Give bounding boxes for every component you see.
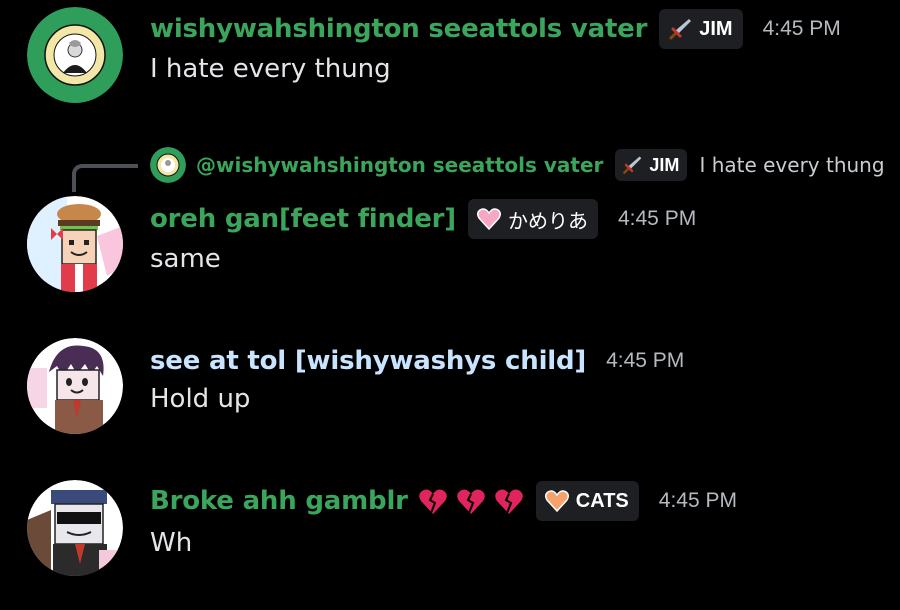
timestamp[interactable]: 4:45 PM	[618, 207, 696, 231]
message-text: Wh	[150, 528, 193, 558]
role-tag-label: CATS	[575, 489, 629, 512]
burger-character-avatar	[27, 196, 123, 292]
message-text: Hold up	[150, 384, 251, 414]
avatar-sunglasses-character[interactable]	[27, 480, 123, 576]
timestamp[interactable]: 4:45 PM	[763, 17, 841, 41]
reply-role-tag-label: JIM	[649, 154, 680, 175]
reply-username[interactable]: @wishywahshington seeattols vater	[196, 153, 603, 177]
role-tag[interactable]: CATS	[535, 481, 639, 521]
role-tag[interactable]: JIM	[659, 9, 743, 49]
timestamp[interactable]: 4:45 PM	[659, 489, 737, 513]
message-text: same	[150, 244, 221, 274]
reply-text: I hate every thung	[699, 153, 885, 177]
timestamp[interactable]: 4:45 PM	[606, 349, 684, 373]
broken-heart-icon	[457, 489, 485, 514]
reply-role-tag[interactable]: JIM	[615, 149, 688, 181]
avatar-purple-hair-character[interactable]	[27, 338, 123, 434]
broken-heart-icon	[495, 489, 523, 514]
sword-icon	[623, 156, 642, 174]
sunglasses-character-avatar	[27, 480, 123, 576]
message-header: oreh gan[feet finder] かめりあ 4:45 PM	[150, 198, 696, 240]
reply-connector	[72, 164, 138, 192]
washington-state-seal-icon	[27, 7, 123, 103]
role-tag[interactable]: かめりあ	[467, 199, 598, 239]
role-tag-label: JIM	[699, 17, 733, 40]
username[interactable]: wishywahshington seeattols vater	[150, 14, 647, 44]
sword-icon	[669, 19, 692, 40]
pink-heart-icon	[476, 208, 501, 231]
username[interactable]: oreh gan[feet finder]	[150, 204, 456, 234]
username[interactable]: Broke ahh gamblr	[150, 486, 408, 516]
message-header: Broke ahh gamblr CATS 4:45 PM	[150, 480, 737, 522]
broken-heart-icon	[419, 489, 447, 514]
purple-hair-character-avatar	[27, 338, 123, 434]
avatar-burger-character[interactable]	[27, 196, 123, 292]
message-header: see at tol [wishywashys child] 4:45 PM	[150, 340, 684, 382]
reply-preview[interactable]: @wishywahshington seeattols vater JIM I …	[150, 147, 885, 183]
message-text: I hate every thung	[150, 54, 391, 84]
username[interactable]: see at tol [wishywashys child]	[150, 346, 586, 376]
reply-avatar	[150, 147, 186, 183]
avatar-washington-seal[interactable]	[27, 7, 123, 103]
washington-state-seal-icon	[150, 147, 186, 183]
orange-heart-icon	[544, 490, 569, 513]
role-tag-label: かめりあ	[507, 210, 588, 233]
message-header: wishywahshington seeattols vater JIM 4:4…	[150, 8, 841, 50]
